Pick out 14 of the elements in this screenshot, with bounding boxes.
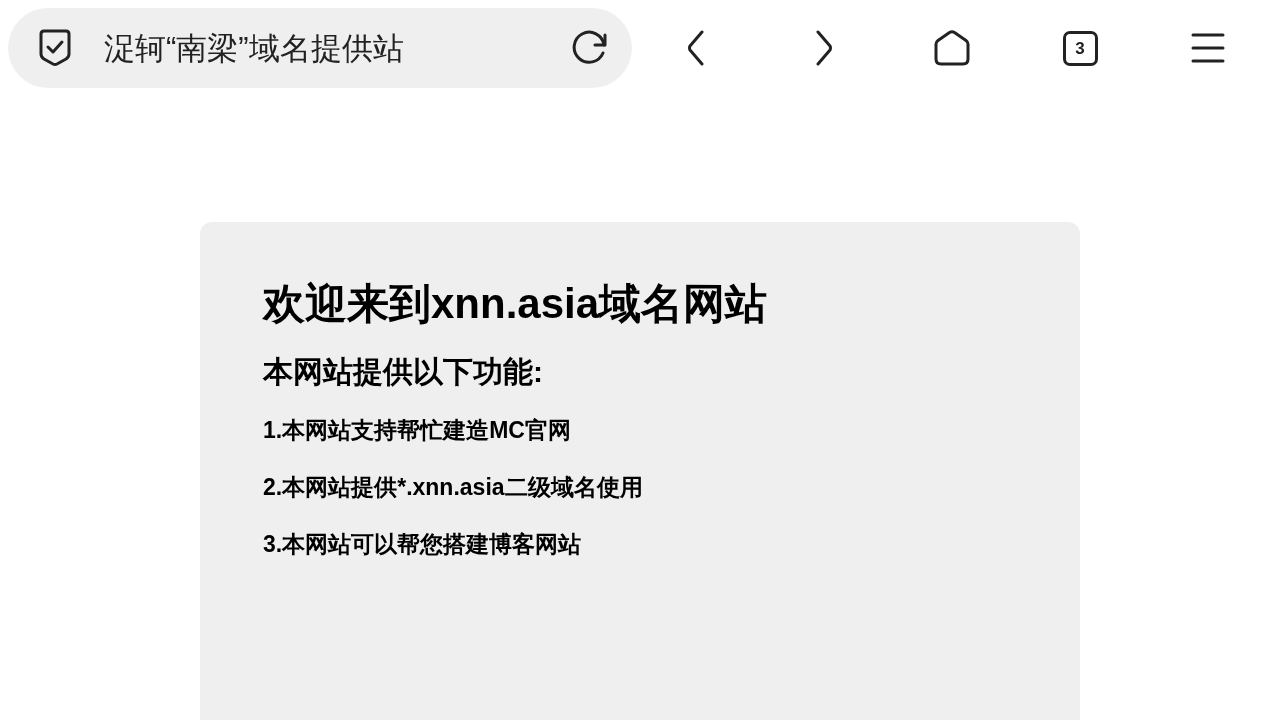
forward-icon[interactable] xyxy=(815,30,833,66)
address-bar[interactable]: 浞轲“南梁”域名提供站 xyxy=(8,8,632,88)
feature-item: 2.本网站提供*.xnn.asia二级域名使用 xyxy=(263,473,643,501)
tabs-button[interactable]: 3 xyxy=(1062,30,1098,66)
shield-check-icon[interactable] xyxy=(37,28,73,68)
page-heading: 欢迎来到xnn.asia域名网站 xyxy=(263,280,768,328)
reload-icon[interactable] xyxy=(572,30,608,66)
back-icon[interactable] xyxy=(687,30,705,66)
home-icon[interactable] xyxy=(934,30,970,66)
feature-item: 1.本网站支持帮忙建造MC官网 xyxy=(263,416,571,444)
section-heading: 本网站提供以下功能: xyxy=(263,354,543,390)
feature-item: 3.本网站可以帮您搭建博客网站 xyxy=(263,530,582,558)
menu-icon[interactable] xyxy=(1191,32,1225,64)
page-title: 浞轲“南梁”域名提供站 xyxy=(104,32,404,64)
